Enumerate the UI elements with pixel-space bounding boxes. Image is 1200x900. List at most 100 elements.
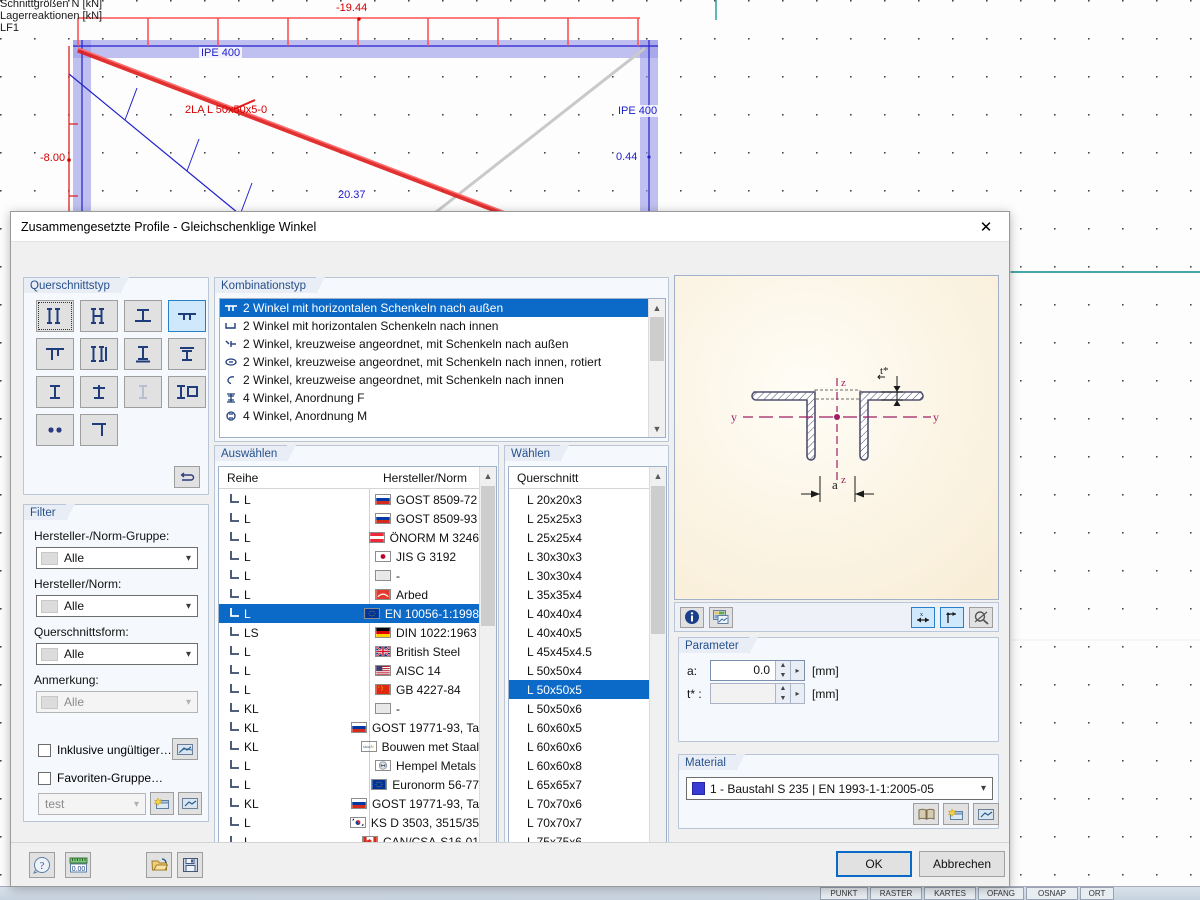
list-item[interactable]: L 30x30x3 [509, 547, 649, 566]
section-shape-select[interactable]: Alle ▾ [36, 643, 198, 665]
close-icon[interactable]: ✕ [963, 212, 1009, 241]
help-icon[interactable]: ? [29, 852, 55, 878]
list-item[interactable]: L 20x20x3 [509, 490, 649, 509]
cs-type-i-with-box[interactable] [168, 376, 206, 408]
table-row[interactable]: KL GOST 19771-93, Ta [219, 718, 479, 737]
spin-down-icon[interactable]: ▼ [776, 694, 790, 704]
cs-type-tee-over-flat[interactable] [124, 300, 162, 332]
list-item[interactable]: L 60x60x8 [509, 756, 649, 775]
list-item[interactable]: 2 Winkel, kreuzweise angeordnet, mit Sch… [220, 335, 648, 353]
table-row[interactable]: L Euronorm 56-77 [219, 775, 479, 794]
load-profile-button[interactable] [146, 852, 172, 878]
list-item[interactable]: L 50x50x6 [509, 699, 649, 718]
cs-type-i-plain[interactable] [36, 376, 74, 408]
list-item[interactable]: L 50x50x4 [509, 661, 649, 680]
table-row[interactable]: L- [219, 566, 479, 585]
scroll-up-icon[interactable]: ▲ [480, 467, 496, 484]
cs-type-i-narrow[interactable] [124, 376, 162, 408]
list-item[interactable]: L 25x25x4 [509, 528, 649, 547]
spinner-arrows[interactable]: ▲ ▼ [775, 684, 790, 703]
list-item[interactable]: 2 Winkel, kreuzweise angeordnet, mit Sch… [220, 353, 648, 371]
table-row[interactable]: L AISC 14 [219, 661, 479, 680]
dialog-titlebar[interactable]: Zusammengesetzte Profile - Gleichschenkl… [11, 212, 1009, 242]
list-item[interactable]: 2 Winkel, kreuzweise angeordnet, mit Sch… [220, 371, 648, 389]
reset-icon[interactable] [174, 466, 200, 488]
chevron-down-icon[interactable]: ▾ [180, 649, 197, 660]
list-item[interactable]: 2 Winkel mit horizontalen Schenkeln nach… [220, 299, 648, 317]
chevron-down-icon[interactable]: ▾ [180, 601, 197, 612]
table-row[interactable]: KL GOST 19771-93, Ta [219, 794, 479, 813]
status-item[interactable]: OFANG [978, 887, 1024, 900]
list-item[interactable]: L 40x40x5 [509, 623, 649, 642]
cs-type-two-channels-back-to-back[interactable] [80, 300, 118, 332]
list-item[interactable]: L 45x45x4.5 [509, 642, 649, 661]
spin-up-icon[interactable]: ▲ [776, 684, 790, 694]
table-row[interactable]: L GOST 8509-93 [219, 509, 479, 528]
scroll-down-icon[interactable]: ▼ [649, 420, 665, 437]
param-a-value[interactable]: 0.0 [711, 661, 775, 680]
scrollbar-thumb[interactable] [651, 486, 665, 634]
table-row[interactable]: L Hempel Metals [219, 756, 479, 775]
spinner-arrows[interactable]: ▲ ▼ [775, 661, 790, 680]
list-item[interactable]: L 60x60x5 [509, 718, 649, 737]
spin-down-icon[interactable]: ▼ [776, 671, 790, 681]
list-item[interactable]: L 70x70x7 [509, 813, 649, 832]
list-item[interactable]: L 25x25x3 [509, 509, 649, 528]
cs-type-i-with-top-plate[interactable] [168, 338, 206, 370]
list-item[interactable]: L 70x70x6 [509, 794, 649, 813]
column-header-querschnitt[interactable]: Querschnitt [509, 471, 646, 485]
status-item[interactable]: PUNKT [820, 887, 868, 900]
cs-type-two-parallel-channels[interactable] [36, 300, 74, 332]
list-item[interactable]: 2 Winkel mit horizontalen Schenkeln nach… [220, 317, 648, 335]
spin-up-icon[interactable]: ▲ [776, 661, 790, 671]
section-list[interactable]: Querschnitt ▲ L 20x20x3 L 25x25x3 L 25x25x… [508, 466, 667, 872]
table-row[interactable]: KL stoal Bouwen met Staal [219, 737, 479, 756]
table-row[interactable]: L GOST 8509-72 [219, 490, 479, 509]
param-t-more-icon[interactable]: ▸ [790, 684, 804, 703]
series-table-scrollbar[interactable]: ▲ ▼ [479, 467, 496, 871]
section-list-scrollbar[interactable]: ▲ ▼ [649, 467, 666, 871]
list-item[interactable]: L 65x65x7 [509, 775, 649, 794]
list-item[interactable]: 4 Winkel, Anordnung M [220, 407, 648, 425]
checkbox-box[interactable] [38, 743, 51, 757]
material-library-button[interactable] [913, 803, 939, 825]
param-t-value[interactable] [711, 684, 775, 703]
series-norm-table[interactable]: Reihe Hersteller/Norm L GOST 8509-72 L GOST… [218, 466, 497, 872]
cs-type-i-with-top-flange-plate[interactable] [80, 376, 118, 408]
combination-type-list[interactable]: 2 Winkel mit horizontalen Schenkeln nach… [219, 298, 666, 438]
combination-list-scrollbar[interactable]: ▲ ▼ [648, 299, 665, 437]
table-row[interactable]: LS DIN 1022:1963 [219, 623, 479, 642]
picture-icon[interactable] [709, 606, 733, 628]
cs-type-two-channels-spaced[interactable] [80, 338, 118, 370]
table-row[interactable]: L KS D 3503, 3515/35 [219, 813, 479, 832]
scroll-up-icon[interactable]: ▲ [649, 299, 665, 316]
zoom-reset-icon[interactable] [969, 606, 993, 628]
ok-button[interactable]: OK [836, 851, 912, 877]
manufacturer-group-select[interactable]: Alle ▾ [36, 547, 198, 569]
table-row[interactable]: L JIS G 3192 [219, 547, 479, 566]
chevron-down-icon[interactable]: ▾ [180, 553, 197, 564]
info-icon[interactable] [680, 606, 704, 628]
column-header-reihe[interactable]: Reihe [219, 471, 369, 485]
status-item[interactable]: KARTES [924, 887, 976, 900]
section-preview[interactable]: 2LA L 50x50x5-0 | EN 10056-1:1998 [674, 275, 999, 600]
axes-icon[interactable] [940, 606, 964, 628]
new-favorite-group-button[interactable] [150, 792, 174, 815]
list-item[interactable]: L 30x30x4 [509, 566, 649, 585]
material-select[interactable]: 1 - Baustahl S 235 | EN 1993-1-1:2005-05… [686, 777, 993, 800]
cancel-button[interactable]: Abbrechen [919, 851, 1005, 877]
table-row[interactable]: L GB 4227-84 [219, 680, 479, 699]
material-new-button[interactable] [943, 803, 969, 825]
table-row[interactable]: L Arbed [219, 585, 479, 604]
table-row[interactable]: L British Steel [219, 642, 479, 661]
status-item[interactable]: OSNAP [1026, 887, 1078, 900]
table-row[interactable]: L EN 10056-1:1998 [219, 604, 479, 623]
chevron-down-icon[interactable]: ▾ [128, 799, 145, 810]
list-item-partial[interactable] [220, 425, 648, 433]
list-body[interactable]: L 20x20x3 L 25x25x3 L 25x25x4 L 30x30x3 L 30… [509, 490, 649, 871]
save-profile-button[interactable] [177, 852, 203, 878]
cs-type-i-with-bottom-plate[interactable] [124, 338, 162, 370]
list-item[interactable]: L 60x60x6 [509, 737, 649, 756]
remark-select[interactable]: Alle ▾ [36, 691, 198, 713]
param-a-input[interactable]: 0.0 ▲ ▼ ▸ [710, 660, 805, 681]
